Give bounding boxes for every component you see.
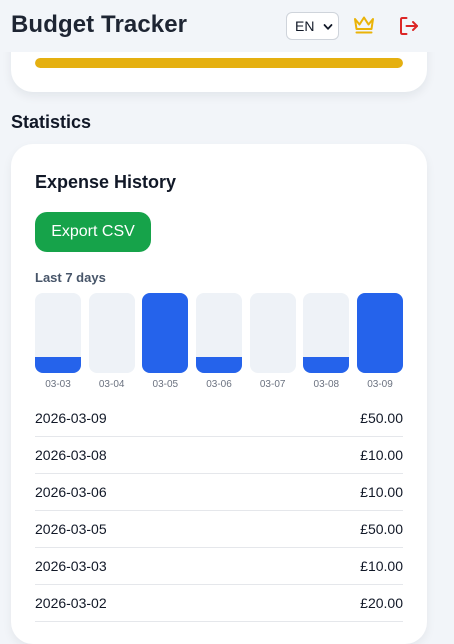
history-row-amount: £10.00 [360,447,403,463]
history-row: 2026-03-08 £10.00 [35,437,403,474]
chart-bar-track [35,293,81,373]
chart-bar-track [142,293,189,373]
app-title: Budget Tracker [11,11,188,38]
expense-history-list: 2026-03-09 £50.00 2026-03-08 £10.00 2026-03-… [35,400,403,622]
chart-bar-column: 03-04 [88,293,135,393]
chart-bar-track [357,293,403,373]
chart-bar-track [249,293,296,373]
chart-bar-track [303,293,350,373]
chart-tick-label: 03-07 [259,379,286,390]
chart-bar-track [88,293,135,373]
chart-bar [357,293,403,373]
history-row-date: 2026-03-05 [35,521,107,537]
chart-bar [142,293,189,373]
history-row-date: 2026-03-02 [35,595,107,611]
expense-history-card: Expense History Export CSV Last 7 days 0… [11,144,427,644]
chart-bar-column: 03-09 [357,293,403,393]
history-row: 2026-03-09 £50.00 [35,400,403,437]
statistics-heading: Statistics [11,112,92,132]
chart-tick-label: 03-03 [45,379,71,390]
chart-bar-column: 03-05 [142,293,189,393]
chart-bar-column: 03-03 [35,293,81,393]
language-select-value: EN [295,18,315,34]
history-row-amount: £50.00 [360,410,403,426]
history-row: 2026-03-05 £50.00 [35,511,403,548]
history-row-amount: £10.00 [360,558,403,574]
chart-tick-label: 03-06 [206,379,232,390]
chart-bar-column: 03-06 [196,293,242,393]
export-csv-button[interactable]: Export CSV [35,212,151,252]
chart-bar [303,357,350,373]
chart-bar-column: 03-08 [303,293,350,393]
crown-icon[interactable] [353,15,375,35]
history-row: 2026-03-06 £10.00 [35,474,403,511]
app-header: Budget Tracker EN [0,0,454,52]
chart-tick-label: 03-05 [152,379,179,390]
chart-period-label: Last 7 days [35,270,106,285]
history-row-amount: £10.00 [360,484,403,500]
history-row-date: 2026-03-06 [35,484,107,500]
history-row-date: 2026-03-09 [35,410,107,426]
language-select[interactable]: EN [286,12,339,40]
chart-bar-track [196,293,242,373]
chevron-down-icon [323,24,333,30]
history-row-date: 2026-03-08 [35,447,107,463]
chart-tick-label: 03-09 [367,379,393,390]
history-row: 2026-03-02 £20.00 [35,585,403,622]
chart-bar [196,357,242,373]
history-row: 2026-03-03 £10.00 [35,548,403,585]
chart-bar-column: 03-07 [249,293,296,393]
chart-tick-label: 03-04 [98,379,125,390]
history-row-date: 2026-03-03 [35,558,107,574]
chart-tick-label: 03-08 [313,379,340,390]
budget-progress-fill [35,58,403,68]
history-row-amount: £20.00 [360,595,403,611]
chart-bar [35,357,81,373]
logout-icon[interactable] [398,15,420,37]
expense-history-title: Expense History [35,172,177,192]
budget-progress-bar [35,58,403,68]
expense-bar-chart: 03-03 03-04 03-05 03-06 03-07 03-08 03-09 [35,293,403,393]
history-row-amount: £50.00 [360,521,403,537]
